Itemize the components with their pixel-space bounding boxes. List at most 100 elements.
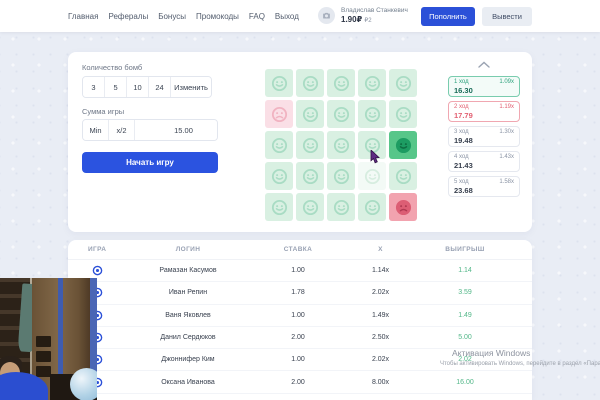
bet-amount-control: Min x/2 x2 Max (82, 119, 218, 141)
bet-amount-label: Сумма игры (82, 107, 124, 116)
user-name: Владислав Станкевич (341, 7, 408, 15)
grid-cell[interactable] (296, 69, 324, 97)
move-label: 1 ход (454, 79, 469, 85)
bombs-option-3[interactable]: 3 (83, 77, 105, 97)
table-row: Иван Репин 1.78 2.02x 3.59 (68, 282, 532, 304)
column-header-win: ВЫИГРЫШ (418, 246, 512, 253)
grid-cell[interactable] (389, 193, 417, 221)
nav-item-main[interactable]: Главная (68, 12, 98, 21)
bombs-option-10[interactable]: 10 (127, 77, 149, 97)
smiley-face-icon (301, 198, 320, 217)
row-win: 1.49 (418, 312, 512, 319)
bet-amount-input[interactable] (135, 120, 218, 140)
deposit-button[interactable]: Пополнить (421, 7, 475, 26)
avatar[interactable] (318, 7, 335, 24)
move-multiplier: 1.30x (499, 129, 514, 135)
moves-list: 1 ход1.09x 16.30 2 ход1.19x 17.79 3 ход1… (448, 76, 520, 197)
nav-item-promocodes[interactable]: Промокоды (196, 12, 239, 21)
nav-item-faq[interactable]: FAQ (249, 12, 265, 21)
move-multiplier: 1.58x (499, 179, 514, 185)
row-win: 3.59 (418, 289, 512, 296)
smiley-face-icon (363, 105, 382, 124)
smiley-face-icon (394, 136, 413, 155)
grid-cell[interactable] (296, 193, 324, 221)
grid-cell[interactable] (296, 162, 324, 190)
balance-main: 1.90₽ (341, 15, 362, 24)
smiley-face-icon (394, 105, 413, 124)
bombs-option-24[interactable]: 24 (149, 77, 171, 97)
grid-cell[interactable] (265, 69, 293, 97)
webcam-video-overlay (0, 278, 97, 400)
move-win-amount: 23.68 (454, 186, 514, 195)
row-multiplier: 2.50x (343, 334, 418, 341)
column-header-game: ИГРА (88, 246, 123, 253)
grid-cell[interactable] (265, 100, 293, 128)
sad-face-icon (270, 105, 289, 124)
move-card: 3 ход1.30x 19.48 (448, 126, 520, 147)
user-balance: 1.90₽ ₽2 (341, 15, 408, 26)
grid-cell[interactable] (265, 131, 293, 159)
game-panel: Количество бомб 3 5 10 24 Изменить Сумма… (68, 52, 532, 232)
moves-scroll-up[interactable] (475, 61, 493, 68)
smiley-face-icon (363, 198, 382, 217)
grid-cell[interactable] (327, 193, 355, 221)
grid-cell[interactable] (265, 193, 293, 221)
grid-cell[interactable] (389, 131, 417, 159)
bet-min-button[interactable]: Min (83, 120, 109, 140)
top-bar: Главная Рефералы Бонусы Промокоды FAQ Вы… (0, 0, 600, 32)
row-bet: 1.00 (253, 356, 343, 363)
move-label: 4 ход (454, 154, 469, 160)
row-win: 5.00 (418, 334, 512, 341)
nav-item-bonuses[interactable]: Бонусы (158, 12, 186, 21)
move-win-amount: 19.48 (454, 136, 514, 145)
move-multiplier: 1.19x (499, 104, 514, 110)
webcam-globe (70, 368, 97, 400)
user-info: Владислав Станкевич 1.90₽ ₽2 (341, 7, 408, 26)
grid-cell[interactable] (296, 100, 324, 128)
smiley-face-icon (332, 167, 351, 186)
bombs-change-button[interactable]: Изменить (171, 77, 211, 97)
withdraw-button[interactable]: Вывести (482, 7, 532, 26)
sad-face-icon (394, 198, 413, 217)
page: Главная Рефералы Бонусы Промокоды FAQ Вы… (0, 0, 600, 400)
grid-cell[interactable] (327, 131, 355, 159)
grid-cell[interactable] (265, 162, 293, 190)
table-row: Оксана Иванова 2.00 8.00x 16.00 (68, 371, 532, 393)
history-table: ИГРА ЛОГИН СТАВКА X ВЫИГРЫШ Рамазан Касу… (68, 240, 532, 400)
camera-icon (322, 11, 331, 20)
smiley-face-icon (270, 74, 289, 93)
grid-cell[interactable] (327, 69, 355, 97)
smiley-face-icon (363, 167, 382, 186)
grid-cell[interactable] (296, 131, 324, 159)
row-multiplier: 2.02x (343, 356, 418, 363)
move-win-amount: 16.30 (454, 86, 514, 95)
row-multiplier: 2.02x (343, 289, 418, 296)
move-win-amount: 21.43 (454, 161, 514, 170)
grid-cell[interactable] (327, 162, 355, 190)
grid-cell[interactable] (358, 100, 386, 128)
start-game-button[interactable]: Начать игру (82, 152, 218, 173)
table-row: Ваня Яковлев 1.00 1.49x 1.49 (68, 305, 532, 327)
smiley-face-icon (332, 198, 351, 217)
row-login: Рамазан Касумов (123, 267, 253, 274)
row-bet: 2.00 (253, 334, 343, 341)
grid-cell[interactable] (389, 100, 417, 128)
column-header-login: ЛОГИН (123, 246, 253, 253)
grid-cell[interactable] (389, 69, 417, 97)
nav-item-logout[interactable]: Выход (275, 12, 299, 21)
table-row: Джоннифер Ким 1.00 2.02x 2.02 (68, 349, 532, 371)
row-bet: 1.78 (253, 289, 343, 296)
nav-item-referrals[interactable]: Рефералы (108, 12, 148, 21)
bombs-option-5[interactable]: 5 (105, 77, 127, 97)
grid-cell[interactable] (327, 100, 355, 128)
bet-half-button[interactable]: x/2 (109, 120, 135, 140)
move-card: 2 ход1.19x 17.79 (448, 101, 520, 122)
chevron-up-icon (478, 61, 490, 68)
row-login: Оксана Иванова (123, 379, 253, 386)
grid-cell[interactable] (358, 69, 386, 97)
smiley-face-icon (332, 136, 351, 155)
grid-cell[interactable] (358, 193, 386, 221)
move-label: 5 ход (454, 179, 469, 185)
smiley-face-icon (270, 198, 289, 217)
grid-cell[interactable] (389, 162, 417, 190)
